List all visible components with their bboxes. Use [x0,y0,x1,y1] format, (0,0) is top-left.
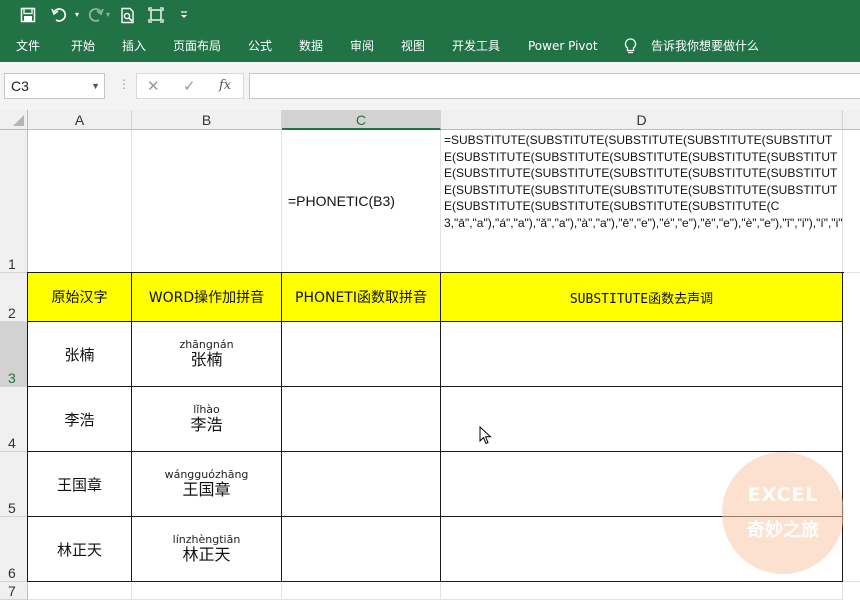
ribbon-tabs: 文件 开始 插入 页面布局 公式 数据 审阅 视图 开发工具 Power Piv… [0,30,860,62]
customize-arrow-icon[interactable] [176,4,192,26]
undo-icon[interactable] [48,4,72,26]
cell-e-column[interactable] [843,273,860,582]
cell-a4[interactable]: 李浩 [28,387,132,452]
cell-c6[interactable] [282,517,441,582]
tell-me-search[interactable]: 告诉我你想要做什么 [651,30,759,62]
row-header-1[interactable]: 1 [0,130,28,273]
redo-dropdown-icon[interactable]: ▾ [104,4,112,26]
save-icon[interactable] [17,4,39,26]
tab-power-pivot[interactable]: Power Pivot [528,30,598,62]
cell-e1[interactable] [843,130,860,273]
cell-c2-header[interactable]: PHONETI函数取拼音 [282,273,441,322]
tab-review[interactable]: 审阅 [350,30,374,62]
undo-dropdown-icon[interactable]: ▾ [72,4,82,26]
cell-a3[interactable]: 张楠 [28,322,132,387]
capture-icon[interactable] [145,4,167,26]
row-header-5[interactable]: 5 [0,452,28,517]
cell-a5[interactable]: 王国章 [28,452,132,517]
cell-c5[interactable] [282,452,441,517]
hanzi-text: 李浩 [190,415,223,434]
cell-c4[interactable] [282,387,441,452]
cell-b4[interactable]: lǐhào 李浩 [132,387,282,452]
formula-tools: ✕ ✓ fx [136,73,244,99]
cell-d7[interactable] [441,582,843,600]
row-header-7[interactable]: 7 [0,582,28,600]
cell-b3[interactable]: zhāngnán 张楠 [132,322,282,387]
name-box-value: C3 [11,78,29,94]
column-header-a[interactable]: A [28,110,132,130]
watermark-line1: EXCEL [747,484,819,506]
insert-function-icon[interactable]: fx [219,74,231,98]
row-header-4[interactable]: 4 [0,387,28,452]
tab-data[interactable]: 数据 [299,30,323,62]
column-header-b[interactable]: B [132,110,282,130]
cell-c1[interactable]: =PHONETIC(B3) [282,130,441,273]
formula-bar: C3 ▼ ⋮ ✕ ✓ fx [0,72,860,102]
lightbulb-icon [624,30,640,62]
ribbon-collapsed-area [0,62,860,72]
tab-home[interactable]: 开始 [71,30,95,62]
cancel-icon[interactable]: ✕ [147,74,160,98]
column-header-d[interactable]: D [441,110,843,130]
name-box[interactable]: C3 ▼ [4,73,105,99]
tab-insert[interactable]: 插入 [122,30,146,62]
hanzi-text: 林正天 [182,545,231,564]
cell-d1[interactable]: =SUBSTITUTE(SUBSTITUTE(SUBSTITUTE(SUBSTI… [441,130,843,273]
formula-input[interactable] [249,73,860,99]
formula-bar-grip-icon[interactable]: ⋮ [118,77,130,91]
phonetic-text: wángguózhāng 王国章 [165,469,249,499]
redo-icon[interactable] [84,4,106,26]
watermark-logo: EXCEL 奇妙之旅 [722,452,844,574]
row-header-6[interactable]: 6 [0,517,28,582]
formula-bar-separator [0,102,860,110]
phonetic-text: línzhèngtiān 林正天 [173,534,241,564]
row-header-3[interactable]: 3 [0,322,28,387]
tab-page-layout[interactable]: 页面布局 [173,30,221,62]
hanzi-text: 张楠 [190,350,223,369]
cell-d4[interactable] [441,387,843,452]
cell-d3[interactable] [441,322,843,387]
cell-a7[interactable] [28,582,132,600]
phonetic-text: lǐhào 李浩 [190,404,222,434]
name-box-dropdown-icon[interactable]: ▼ [91,74,100,98]
select-all-button[interactable] [0,110,28,130]
cell-a1[interactable] [28,130,132,273]
tab-view[interactable]: 视图 [401,30,425,62]
cell-d2-header[interactable]: SUBSTITUTE函数去声调 [441,273,843,322]
cell-b2-header[interactable]: WORD操作加拼音 [132,273,282,322]
print-preview-icon[interactable] [117,4,139,26]
cell-a2-header[interactable]: 原始汉字 [28,273,132,322]
tab-file[interactable]: 文件 [16,30,40,62]
quick-access-toolbar: ▾ ▾ [0,0,860,30]
tab-developer[interactable]: 开发工具 [452,30,500,62]
cell-b6[interactable]: línzhèngtiān 林正天 [132,517,282,582]
cell-b5[interactable]: wángguózhāng 王国章 [132,452,282,517]
cell-c7[interactable] [282,582,441,600]
watermark-line2: 奇妙之旅 [747,520,819,541]
mouse-cursor-icon [479,425,493,450]
cell-c3[interactable] [282,322,441,387]
phonetic-text: zhāngnán 张楠 [179,339,233,369]
cell-b7[interactable] [132,582,282,600]
tab-formulas[interactable]: 公式 [248,30,272,62]
enter-icon[interactable]: ✓ [183,74,196,98]
column-header-e[interactable] [843,110,860,130]
row-header-2[interactable]: 2 [0,273,28,322]
hanzi-text: 王国章 [182,480,231,499]
cell-b1[interactable] [132,130,282,273]
column-header-c[interactable]: C [282,110,441,130]
cell-a6[interactable]: 林正天 [28,517,132,582]
